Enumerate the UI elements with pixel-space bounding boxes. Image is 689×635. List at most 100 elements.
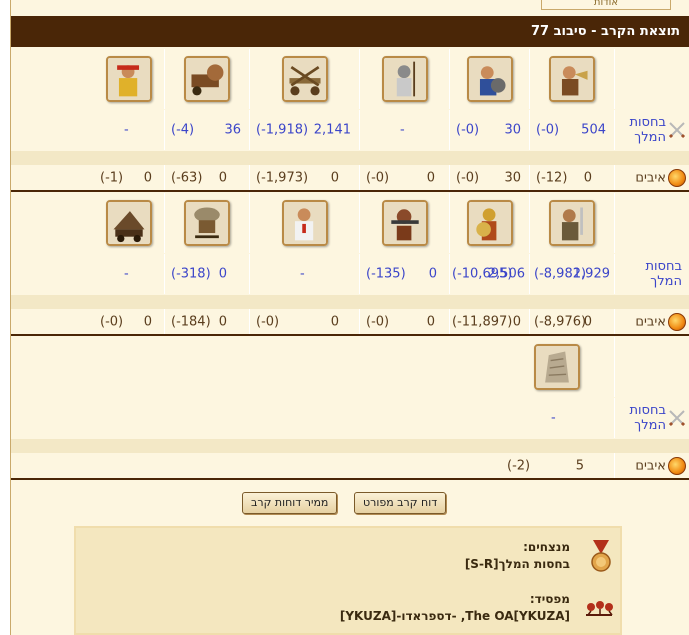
royal-guard-row-3: בחסות המלך - (11, 398, 689, 438)
unit-loss: (0-) (366, 170, 390, 185)
unit-cell (499, 337, 614, 397)
doctor-icon[interactable] (281, 200, 328, 246)
wall-icon[interactable] (533, 344, 580, 390)
catapult-icon[interactable] (184, 56, 230, 102)
phalanx-icon[interactable] (466, 200, 513, 246)
royal-guard-label[interactable]: בחסות המלך (615, 115, 666, 145)
row-divider (11, 295, 689, 309)
unit-loss: (10,695-) (452, 266, 513, 282)
unit-count: 0 (330, 314, 339, 329)
unit-loss: (0-) (366, 314, 390, 329)
stat-cell: 0 (0-) (359, 309, 449, 334)
detailed-report-button[interactable]: דוח קרב מפורט (354, 492, 447, 514)
stat-cell: 1,929 (8,982-) (529, 254, 614, 294)
stat-cell: 36 (4-) (164, 110, 249, 150)
unit-count: 0 (428, 266, 437, 282)
unit-cell (94, 49, 164, 109)
unit-cell (249, 49, 359, 109)
unit-count: 0 (426, 170, 435, 185)
unit-loss: (1,918-) (256, 122, 309, 138)
stat-cell: 2,141 (1,918-) (249, 110, 359, 150)
unit-loss: (0-) (256, 314, 280, 329)
unit-count: 0 (218, 170, 227, 185)
unit-cell (164, 193, 249, 253)
spearman-icon[interactable] (381, 56, 428, 102)
royal-guard-label[interactable]: בחסות המלך (615, 403, 666, 433)
unit-cell (164, 49, 249, 109)
unit-count: 5 (575, 458, 584, 473)
unit-icons-row-2 (11, 193, 689, 253)
unit-loss: (135-) (366, 266, 406, 282)
losers-label: מפסיד: (529, 592, 570, 606)
hoplite-icon[interactable] (466, 56, 513, 102)
royal-guard-row-2: בחסות המלך 1,929 (8,982-) 2,506 (10,695-) … (11, 254, 689, 294)
unit-cell (359, 49, 449, 109)
stat-cell: 0 (8,976-) (529, 309, 614, 334)
enemies-label[interactable]: איבים (635, 314, 666, 329)
trumpeter-icon[interactable] (549, 56, 595, 102)
gyrocopter-icon[interactable] (184, 200, 230, 246)
unit-loss: (184-) (171, 314, 211, 329)
stat-cell: 2,506 (10,695-) (449, 254, 529, 294)
ballista-icon[interactable] (281, 56, 328, 102)
unit-icons-row-1 (11, 49, 689, 109)
unit-loss: (2-) (507, 458, 531, 473)
stat-cell: 0 (1-) (94, 165, 164, 190)
swordsman-icon[interactable] (549, 200, 595, 246)
row-divider (11, 439, 689, 453)
battle-report-title: תוצאת הקרב - סיבוב 77 (11, 16, 689, 47)
stat-cell: 30 (0-) (449, 110, 529, 150)
royal-guard-row-1: בחסות המלך 504 (0-) 30 (0-) - 2,141 (1,918-… (11, 110, 689, 150)
unit-loss: (63-) (171, 170, 203, 185)
unit-loss: - (551, 410, 556, 426)
enemies-row-3: איבים 5 (2-) (11, 453, 689, 480)
unit-loss: - (400, 122, 405, 138)
top-tab[interactable]: אודות (541, 0, 671, 10)
stat-cell: 0 (184-) (164, 309, 249, 334)
enemies-label[interactable]: איבים (635, 458, 666, 473)
stat-cell: - (359, 110, 449, 150)
stat-cell: - (499, 398, 614, 438)
unit-count: 2,141 (313, 122, 351, 138)
enemies-row-1: איבים 0 (12-) 30 (0-) 0 (0-) 0 (1,973-) 0 (63… (11, 165, 689, 192)
crossed-swords-icon (668, 410, 686, 427)
enemies-label[interactable]: איבים (635, 170, 666, 185)
unit-icons-row-3 (11, 337, 689, 397)
medal-icon (591, 540, 611, 572)
unit-count: 36 (224, 122, 241, 138)
unit-loss: (318-) (171, 266, 211, 282)
unit-count: 0 (512, 314, 521, 329)
stat-cell: 504 (0-) (529, 110, 614, 150)
losers-value[interactable]: The OA[YKUZA], -דספראדו-[YKUZA] (340, 609, 570, 623)
unit-loss: - (300, 266, 305, 282)
stat-cell: 30 (0-) (449, 165, 529, 190)
unit-cell (449, 193, 529, 253)
stat-cell: 0 (0-) (249, 309, 359, 334)
ram-icon[interactable] (106, 200, 152, 246)
royal-guard-label[interactable]: בחסות המלך (615, 259, 682, 289)
stat-cell: 0 (0-) (94, 309, 164, 334)
defeated-army-icon (586, 601, 613, 616)
slinger-icon[interactable] (106, 56, 152, 102)
crossed-swords-icon (668, 122, 686, 139)
report-buttons: דוח קרב מפורט ממיר דוחות קרב (11, 490, 689, 520)
enemy-icon (668, 456, 686, 475)
unit-cell (94, 193, 164, 253)
battle-summary: מנצחים: בחסות המלך[S-R] מפסיד: The OA[YK… (74, 526, 622, 635)
winners-value[interactable]: בחסות המלך[S-R] (465, 557, 570, 571)
stat-cell: 5 (2-) (499, 453, 614, 478)
winners-label: מנצחים: (523, 540, 570, 554)
unit-loss: (8,982-) (534, 266, 587, 282)
report-converter-button[interactable]: ממיר דוחות קרב (242, 492, 338, 514)
unit-count: 0 (583, 170, 592, 185)
unit-count: 0 (218, 314, 227, 329)
unit-cell (249, 193, 359, 253)
stat-cell: 0 (135-) (359, 254, 449, 294)
gunner-icon[interactable] (381, 200, 428, 246)
stat-cell: 0 (0-) (359, 165, 449, 190)
stat-cell: - (94, 254, 164, 294)
unit-loss: (0-) (456, 170, 480, 185)
unit-count: 30 (504, 170, 521, 185)
stat-cell: 0 (1,973-) (249, 165, 359, 190)
unit-count: 0 (143, 170, 152, 185)
